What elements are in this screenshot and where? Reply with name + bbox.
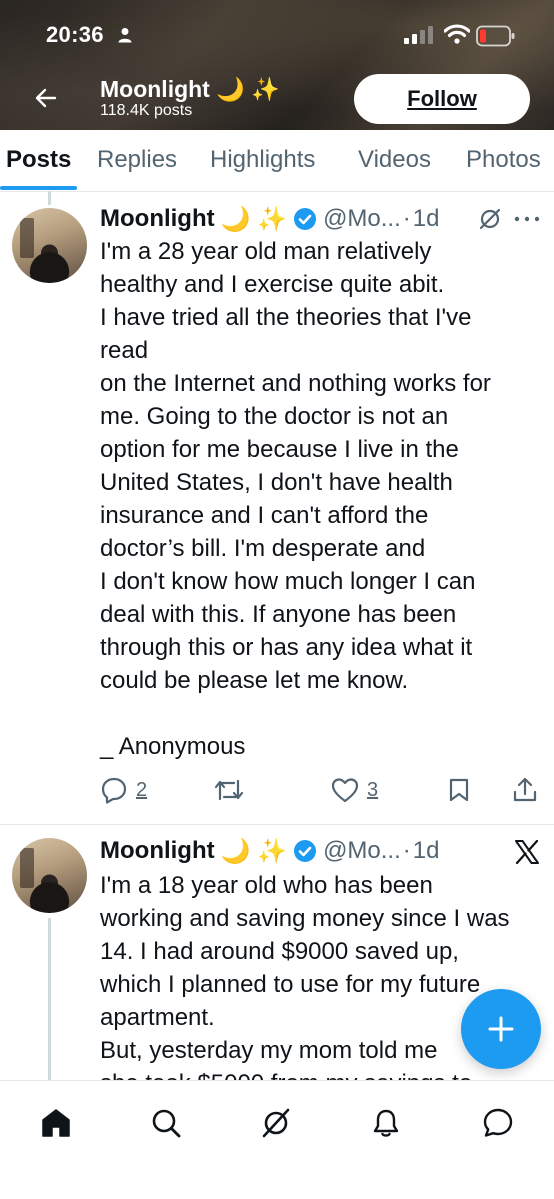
person-icon [118,27,132,48]
bookmark-icon [449,778,469,802]
post-time[interactable]: 1d [413,205,440,233]
home-icon [42,1109,70,1137]
post-author[interactable]: Moonlight [100,205,215,233]
nav-search[interactable] [144,1101,188,1145]
status-bar: 20:36 [0,18,554,54]
battery-low-icon [476,25,516,52]
plus-icon [488,1016,514,1042]
retweet-button[interactable] [214,772,252,808]
post-handle[interactable]: @Mo... [323,837,401,865]
nav-notifications[interactable] [364,1101,408,1145]
back-button[interactable] [30,82,62,114]
post-text: I'm a 18 year old who has been working a… [100,872,510,1097]
avatar[interactable] [12,838,87,913]
author-emojis: 🌙 ✨ [220,837,288,865]
messages-icon [483,1108,513,1137]
avatar[interactable] [12,208,87,283]
separator: · [402,837,411,864]
moon-emoji: 🌙 [216,76,245,102]
share-button[interactable] [512,772,538,808]
post-time[interactable]: 1d [413,837,440,865]
grok-icon [479,208,501,230]
tab-posts[interactable]: Posts [6,146,71,174]
wifi-icon [443,24,471,49]
post-actions: 2 3 [100,772,544,808]
share-icon [513,777,537,802]
notifications-icon [373,1109,399,1137]
post-header: Moonlight 🌙 ✨ @Mo... · 1d [100,834,439,868]
post-text: I'm a 28 year old man relatively healthy… [100,238,491,760]
grok-icon [262,1108,290,1138]
grok-button[interactable] [478,202,504,236]
post-header: Moonlight 🌙 ✨ @Mo... · 1d [100,202,439,236]
status-time: 20:36 [46,22,104,47]
profile-name-text: Moonlight [100,76,210,102]
post-author[interactable]: Moonlight [100,837,215,865]
tab-videos[interactable]: Videos [358,146,431,174]
reply-icon [101,777,127,804]
active-tab-indicator [0,186,77,190]
tab-replies[interactable]: Replies [97,146,177,174]
more-options-button[interactable] [514,202,542,236]
follow-button[interactable]: Follow [354,74,530,124]
verified-badge-icon [293,839,317,863]
heart-icon [331,778,359,803]
verified-badge-icon [293,207,317,231]
search-icon [152,1109,181,1138]
post-divider [0,824,554,825]
post-count: 118.4K posts [100,102,193,119]
x-logo-icon[interactable] [514,839,540,869]
nav-grok[interactable] [254,1101,298,1145]
separator: · [402,205,411,232]
profile-name: Moonlight 🌙 ✨ [100,76,280,103]
profile-tabs: Posts Replies Highlights Videos Photos [0,130,554,192]
retweet-icon [214,779,244,801]
compose-post-button[interactable] [461,989,541,1069]
bookmark-button[interactable] [448,772,470,808]
tab-highlights[interactable]: Highlights [210,146,315,174]
like-count: 3 [367,778,379,801]
thread-connector [48,918,51,1080]
bottom-navigation [0,1080,554,1199]
post-handle[interactable]: @Mo... [323,205,401,233]
reply-count: 2 [136,778,148,801]
sparkles-emoji: ✨ [251,76,280,102]
arrow-left-icon [35,88,57,108]
tab-photos[interactable]: Photos [466,146,541,174]
nav-home[interactable] [34,1101,78,1145]
nav-messages[interactable] [476,1101,520,1145]
author-emojis: 🌙 ✨ [220,205,288,233]
more-icon [514,216,540,222]
post[interactable]: Moonlight 🌙 ✨ @Mo... · 1d I'm a 28 year … [0,202,554,824]
like-button[interactable]: 3 [331,772,378,808]
profile-header-banner: 20:36 Moonlight 🌙 ✨ 118.4K posts Follow [0,0,554,130]
reply-button[interactable]: 2 [100,772,147,808]
cellular-signal-icon [404,26,434,49]
